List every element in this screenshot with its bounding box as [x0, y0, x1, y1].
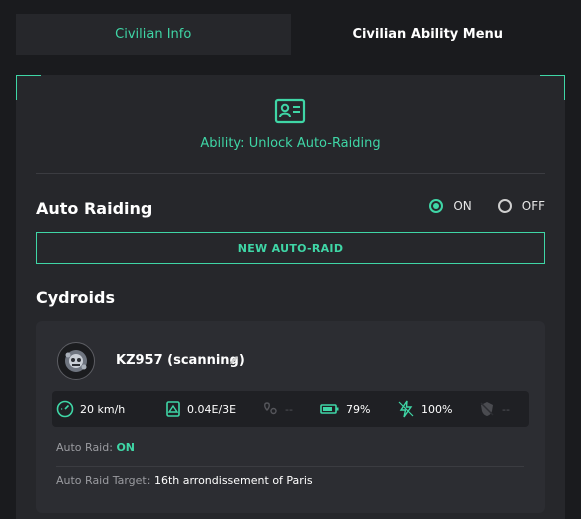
panel-corner-top-right	[540, 75, 565, 100]
tab-civilian-ability-menu[interactable]: Civilian Ability Menu	[290, 14, 565, 55]
auto-raiding-toggle: ON OFF	[429, 199, 545, 213]
auto-raid-target-label: Auto Raid Target:	[56, 474, 151, 487]
stat-other: --	[478, 391, 510, 427]
stat-condition: 100%	[397, 391, 452, 427]
pencil-icon[interactable]	[228, 354, 240, 366]
cydroid-stats-bar: 20 km/h 0.04E/3E -- 79% 100% --	[52, 391, 529, 427]
cydroid-name: KZ957 (scanning)	[116, 353, 245, 368]
auto-raid-target-value: 16th arrondissement of Paris	[153, 474, 313, 487]
ability-label: Ability: Unlock Auto-Raiding	[200, 136, 381, 151]
new-auto-raid-button[interactable]: NEW AUTO-RAID	[36, 232, 545, 264]
stat-condition-value: 100%	[421, 402, 453, 416]
radio-on-indicator	[429, 199, 444, 213]
stat-energy: 0.04E/3E	[165, 391, 236, 427]
id-card-icon	[274, 98, 306, 124]
radio-off[interactable]: OFF	[497, 199, 545, 213]
divider	[36, 173, 545, 174]
energy-icon	[166, 401, 180, 417]
speedometer-icon	[56, 400, 74, 418]
stat-battery-value: 79%	[346, 402, 371, 416]
battery-icon	[320, 404, 339, 414]
cydroids-title: Cydroids	[36, 288, 115, 307]
stat-speed: 20 km/h	[56, 391, 125, 427]
radio-on[interactable]: ON	[429, 199, 472, 213]
cydroid-card: KZ957 (scanning) 20 km/h 0.04E/3E -- 79%…	[36, 321, 545, 513]
lightning-icon	[398, 400, 414, 418]
stat-energy-value: 0.04E/3E	[187, 402, 237, 416]
radio-off-indicator	[497, 199, 512, 213]
auto-raid-status-label: Auto Raid:	[56, 441, 113, 454]
ability-panel: Ability: Unlock Auto-Raiding Auto Raidin…	[16, 75, 565, 519]
auto-raiding-title: Auto Raiding	[36, 199, 153, 218]
auto-raid-status: Auto Raid: ON	[56, 441, 135, 454]
tab-civilian-info[interactable]: Civilian Info	[16, 14, 291, 55]
tab-bar: Civilian Info Civilian Ability Menu	[16, 14, 565, 55]
shield-off-icon	[480, 402, 494, 416]
stat-location-value: --	[285, 402, 293, 416]
stat-other-value: --	[502, 402, 510, 416]
stat-speed-value: 20 km/h	[80, 402, 126, 416]
stat-battery: 79%	[320, 391, 370, 427]
radio-on-label: ON	[453, 199, 472, 213]
auto-raid-status-value: ON	[116, 441, 135, 454]
radio-off-label: OFF	[521, 199, 545, 213]
stat-location: --	[261, 391, 293, 427]
robot-icon	[65, 350, 87, 372]
location-pin-icon	[264, 402, 277, 415]
cydroid-avatar	[57, 342, 95, 380]
auto-raid-target: Auto Raid Target: 16th arrondissement of…	[56, 474, 313, 487]
panel-corner-top-left	[16, 75, 41, 100]
card-divider	[56, 466, 524, 467]
